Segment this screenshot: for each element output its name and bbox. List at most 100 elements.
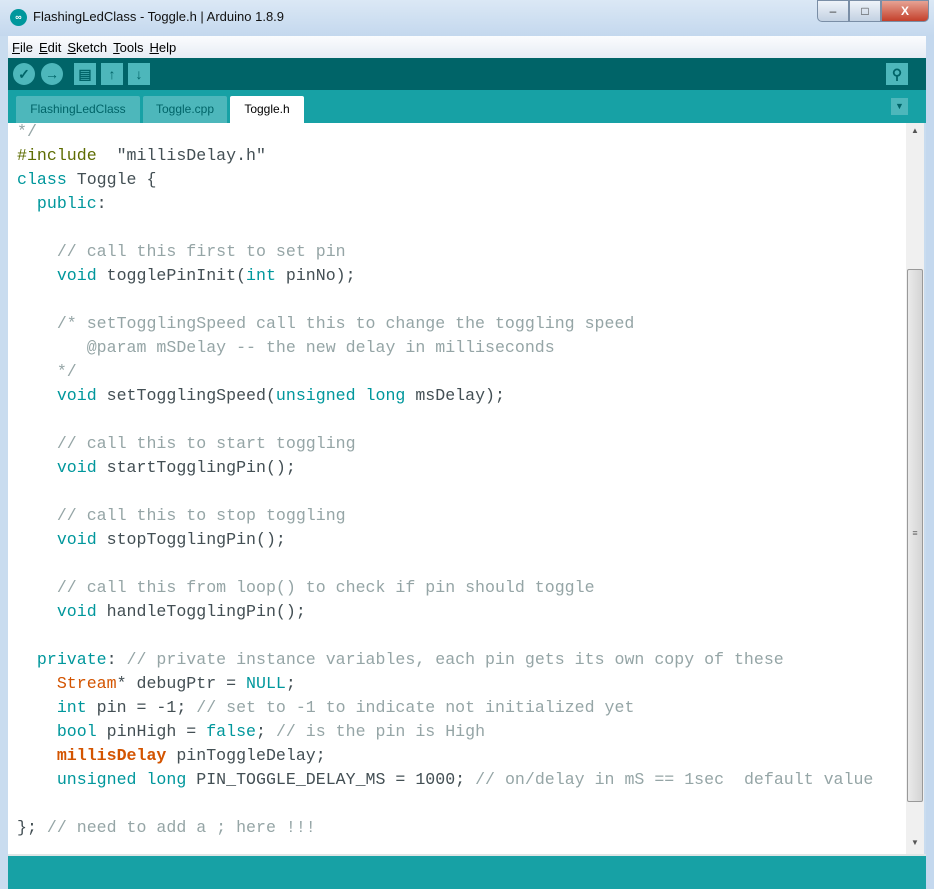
code-token: unsigned long	[275, 386, 406, 405]
code-token: // need to add a ; here !!!	[36, 818, 316, 837]
menu-sketch[interactable]: Sketch	[67, 40, 107, 55]
code-line: int pin = -1; // set to -1 to indicate n…	[17, 696, 873, 720]
code-line: class Toggle {	[17, 168, 873, 192]
code-token: void	[17, 386, 97, 405]
vertical-scrollbar[interactable]: ▲ ≡ ▼	[906, 123, 924, 854]
code-token: // call this first to set pin	[17, 242, 346, 261]
scroll-down-arrow[interactable]: ▼	[906, 835, 924, 851]
code-line: }; // need to add a ; here !!!	[17, 816, 873, 840]
code-line: // call this from loop() to check if pin…	[17, 576, 873, 600]
code-token: @param mSDelay -- the new delay in milli…	[17, 338, 555, 357]
toolbar: ✓ → ▤ ↑ ↓ ⚲	[8, 58, 926, 90]
code-token: // call this from loop() to check if pin…	[17, 578, 595, 597]
code-token: void	[17, 602, 97, 621]
tab-flashingledclass[interactable]: FlashingLedClass	[16, 96, 140, 123]
code-token: "millisDelay.h"	[96, 146, 266, 165]
code-token: // call this to stop toggling	[17, 506, 346, 525]
scrollbar-grip-icon: ≡	[912, 528, 918, 538]
code-token: msDelay);	[405, 386, 505, 405]
code-token: unsigned long	[17, 770, 187, 789]
code-token: void	[17, 530, 97, 549]
minimize-button[interactable]: ‒	[817, 0, 849, 22]
code-token: pinNo);	[275, 266, 356, 285]
save-button[interactable]: ↓	[128, 63, 150, 85]
menu-edit[interactable]: Edit	[39, 40, 61, 55]
tab-toggle-cpp[interactable]: Toggle.cpp	[143, 96, 227, 123]
code-token: // on/delay in mS == 1sec default value	[475, 770, 874, 789]
verify-button[interactable]: ✓	[13, 63, 35, 85]
code-line: void setTogglingSpeed(unsigned long msDe…	[17, 384, 873, 408]
window-title: FlashingLedClass - Toggle.h | Arduino 1.…	[33, 9, 285, 24]
scroll-up-arrow[interactable]: ▲	[906, 123, 924, 139]
code-token: class	[17, 170, 67, 189]
code-line: */	[17, 360, 873, 384]
code-token: int	[246, 266, 276, 285]
menu-tools[interactable]: Tools	[113, 40, 143, 55]
code-token: pin = -1;	[86, 698, 197, 717]
code-token: * debugPtr =	[116, 674, 247, 693]
code-token: Stream	[17, 674, 117, 693]
code-line: // call this to start toggling	[17, 432, 873, 456]
code-line: Stream* debugPtr = NULL;	[17, 672, 873, 696]
menu-help[interactable]: Help	[149, 40, 176, 55]
tab-menu-chevron-down-icon[interactable]: ▼	[891, 98, 908, 115]
upload-button[interactable]: →	[41, 63, 63, 85]
close-button[interactable]: X	[881, 0, 929, 22]
code-text[interactable]: */#include "millisDelay.h" class Toggle {…	[17, 123, 873, 840]
code-token: public	[17, 194, 97, 213]
code-line: unsigned long PIN_TOGGLE_DELAY_MS = 1000…	[17, 768, 874, 792]
code-token: ;	[256, 722, 276, 741]
code-token: */	[17, 362, 77, 381]
menu-file[interactable]: File	[12, 40, 33, 55]
maximize-button[interactable]: □	[849, 0, 881, 22]
tab-bar: FlashingLedClass Toggle.cpp Toggle.h ▼	[8, 90, 926, 123]
code-line: void startTogglingPin();	[17, 456, 873, 480]
code-line: bool pinHigh = false; // is the pin is H…	[17, 720, 873, 744]
code-token: stopTogglingPin();	[96, 530, 286, 549]
code-token: false	[206, 722, 257, 741]
console-status-bar	[8, 854, 926, 889]
code-token: bool	[17, 722, 97, 741]
code-token: int	[17, 698, 87, 717]
code-line: void handleTogglingPin();	[17, 600, 873, 624]
code-token: // is the pin is High	[275, 722, 486, 741]
code-line: void togglePinInit(int pinNo);	[17, 264, 873, 288]
code-token: :	[106, 650, 127, 669]
code-line: // call this first to set pin	[17, 240, 873, 264]
code-token: setTogglingSpeed(	[96, 386, 276, 405]
code-token: NULL	[246, 674, 286, 693]
code-line: private: // private instance variables, …	[17, 648, 873, 672]
code-token: private	[17, 650, 107, 669]
code-line: // call this to stop toggling	[17, 504, 873, 528]
code-line: @param mSDelay -- the new delay in milli…	[17, 336, 873, 360]
window-border	[926, 36, 934, 889]
code-token: pinToggleDelay;	[166, 746, 326, 765]
new-sketch-button[interactable]: ▤	[74, 63, 96, 85]
serial-monitor-button[interactable]: ⚲	[886, 63, 908, 85]
code-token: // set to -1 to indicate not initialized…	[196, 698, 635, 717]
code-token: PIN_TOGGLE_DELAY_MS = 1000;	[186, 770, 476, 789]
open-button[interactable]: ↑	[101, 63, 123, 85]
code-token: /* setTogglingSpeed call this to change …	[17, 314, 635, 333]
code-line: #include "millisDelay.h"	[17, 144, 873, 168]
code-token: ;	[285, 674, 296, 693]
code-editor[interactable]: */#include "millisDelay.h" class Toggle {…	[8, 123, 906, 854]
code-line: millisDelay pinToggleDelay;	[17, 744, 873, 768]
code-token: handleTogglingPin();	[96, 602, 306, 621]
code-line: public:	[17, 192, 873, 216]
code-token: Toggle {	[66, 170, 157, 189]
code-token: void	[17, 266, 97, 285]
code-token: startTogglingPin();	[96, 458, 296, 477]
scrollbar-thumb[interactable]: ≡	[907, 269, 923, 802]
tab-toggle-h[interactable]: Toggle.h	[230, 96, 304, 123]
code-line: */	[17, 123, 873, 144]
code-token: // private instance variables, each pin …	[126, 650, 784, 669]
code-token: void	[17, 458, 97, 477]
code-token: togglePinInit(	[96, 266, 247, 285]
